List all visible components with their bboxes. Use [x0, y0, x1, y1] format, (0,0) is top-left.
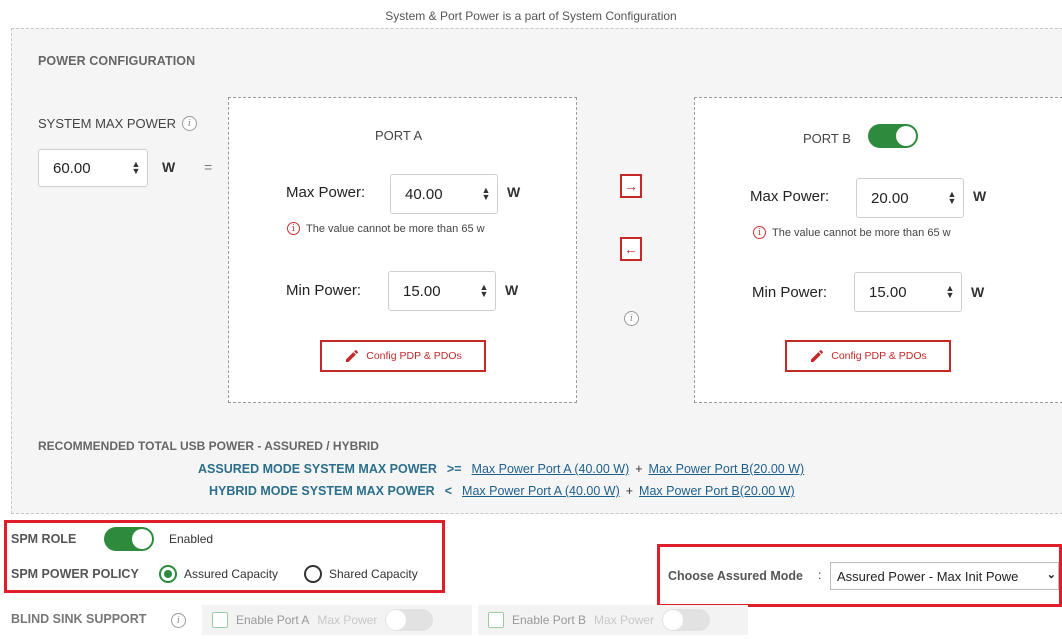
blind-sink-port-a-group: Enable Port A Max Power [202, 605, 472, 635]
spinner-icon[interactable]: ▲ ▼ [125, 160, 147, 176]
assured-mode-select[interactable]: Assured Power - Max Init Powe ⌄ [830, 562, 1059, 590]
hybrid-operator: < [444, 484, 453, 498]
port-a-min-power-value: 15.00 [403, 282, 441, 300]
spm-role-toggle[interactable] [104, 527, 154, 551]
recommended-power-title: RECOMMENDED TOTAL USB POWER - ASSURED / … [38, 439, 379, 453]
toggle-knob [896, 126, 916, 146]
port-a-max-power-label: Max Power: [286, 184, 366, 201]
assured-mode-label: ASSURED MODE SYSTEM MAX POWER [198, 462, 437, 476]
section-title: POWER CONFIGURATION [38, 54, 196, 68]
assured-mode-value: Assured Power - Max Init Powe [837, 568, 1019, 584]
blind-sink-port-a-label: Enable Port A [236, 613, 310, 627]
spm-role-state: Enabled [169, 532, 214, 546]
toggle-knob [132, 529, 152, 549]
port-b-min-power-label: Min Power: [752, 284, 828, 301]
port-a-min-power-label: Min Power: [286, 282, 362, 299]
blind-sink-port-b-toggle[interactable] [662, 609, 711, 631]
port-b-warning-text: The value cannot be more than 65 w [772, 226, 951, 239]
port-a-max-power-input[interactable]: 40.00 ▲ ▼ [390, 174, 498, 214]
assured-port-a-link[interactable]: Max Power Port A (40.00 W) [472, 462, 630, 476]
blind-sink-port-a-checkbox[interactable] [212, 612, 228, 628]
blind-sink-support-label: BLIND SINK SUPPORT [11, 612, 147, 626]
port-b-enable-toggle[interactable] [868, 124, 918, 148]
hybrid-port-a-link[interactable]: Max Power Port A (40.00 W) [462, 484, 620, 498]
transfer-right-button[interactable]: → [620, 174, 642, 198]
blind-sink-port-b-checkbox[interactable] [488, 612, 504, 628]
system-max-power-input[interactable]: 60.00 ▲ ▼ [38, 149, 148, 187]
pencil-icon [346, 349, 359, 362]
section-note: System & Port Power is a part of System … [385, 9, 677, 23]
warning-icon: i [287, 222, 300, 235]
port-b-min-unit: W [971, 284, 985, 300]
blind-sink-port-b-max-power-label: Max Power [594, 613, 655, 627]
port-a-min-unit: W [505, 282, 519, 298]
assured-capacity-label[interactable]: Assured Capacity [184, 567, 278, 581]
hybrid-mode-line: HYBRID MODE SYSTEM MAX POWER < Max Power… [209, 484, 795, 498]
port-a-title: PORT A [375, 128, 423, 143]
arrow-left-icon: ← [624, 241, 638, 257]
assured-mode-colon: : [818, 568, 822, 582]
shared-capacity-label[interactable]: Shared Capacity [329, 567, 418, 581]
spinner-icon[interactable]: ▲ ▼ [473, 283, 495, 299]
assured-port-b-link[interactable]: Max Power Port B(20.00 W) [649, 462, 805, 476]
info-icon[interactable]: i [624, 311, 639, 326]
plus-sign: + [625, 484, 634, 498]
system-unit: W [162, 159, 176, 175]
spm-power-policy-label: SPM POWER POLICY [11, 567, 139, 581]
assured-mode-line: ASSURED MODE SYSTEM MAX POWER >= Max Pow… [198, 462, 804, 476]
port-a-max-power-value: 40.00 [405, 185, 443, 203]
system-max-power-text: SYSTEM MAX POWER [38, 116, 176, 131]
port-b-max-power-label: Max Power: [750, 188, 830, 205]
assured-operator: >= [446, 462, 462, 476]
port-b-min-power-value: 15.00 [869, 283, 907, 301]
port-b-config-pdp-button[interactable]: Config PDP & PDOs [785, 340, 951, 372]
equals-sign: = [204, 159, 213, 175]
transfer-left-button[interactable]: ← [620, 237, 642, 261]
assured-mode-label: Choose Assured Mode [668, 569, 803, 583]
port-a-config-label: Config PDP & PDOs [366, 350, 462, 362]
port-a-max-unit: W [507, 184, 521, 200]
info-icon[interactable]: i [171, 613, 186, 628]
blind-sink-port-b-group: Enable Port B Max Power [478, 605, 748, 635]
blind-sink-port-a-toggle[interactable] [385, 609, 434, 631]
spm-role-label: SPM ROLE [11, 532, 77, 546]
plus-sign: + [635, 462, 643, 476]
spinner-icon[interactable]: ▲ ▼ [941, 190, 963, 206]
blind-sink-port-b-label: Enable Port B [512, 613, 587, 627]
system-max-power-value: 60.00 [53, 159, 91, 177]
port-b-title: PORT B [803, 131, 851, 146]
port-a-config-pdp-button[interactable]: Config PDP & PDOs [320, 340, 486, 372]
port-b-config-label: Config PDP & PDOs [831, 350, 927, 362]
spm-highlight-frame [4, 520, 445, 593]
assured-capacity-radio[interactable] [159, 565, 177, 583]
shared-capacity-radio[interactable] [304, 565, 322, 583]
port-b-max-power-value: 20.00 [871, 189, 909, 207]
warning-icon: i [753, 226, 766, 239]
pencil-icon [811, 349, 824, 362]
port-b-warning: i The value cannot be more than 65 w [753, 226, 951, 239]
port-b-min-power-input[interactable]: 15.00 ▲ ▼ [854, 272, 962, 312]
arrow-right-icon: → [624, 178, 638, 194]
port-b-max-power-input[interactable]: 20.00 ▲ ▼ [856, 178, 964, 218]
blind-sink-port-a-max-power-label: Max Power [317, 613, 378, 627]
port-a-warning: i The value cannot be more than 65 w [287, 222, 485, 235]
chevron-down-icon: ⌄ [1044, 568, 1056, 581]
port-a-min-power-input[interactable]: 15.00 ▲ ▼ [388, 271, 496, 311]
port-b-max-unit: W [973, 188, 987, 204]
spinner-icon[interactable]: ▲ ▼ [475, 186, 497, 202]
port-a-warning-text: The value cannot be more than 65 w [306, 222, 485, 235]
hybrid-port-b-link[interactable]: Max Power Port B(20.00 W) [639, 484, 795, 498]
spinner-icon[interactable]: ▲ ▼ [939, 284, 961, 300]
system-max-power-label: SYSTEM MAX POWER i [38, 116, 197, 131]
info-icon[interactable]: i [181, 116, 197, 131]
hybrid-mode-label: HYBRID MODE SYSTEM MAX POWER [209, 484, 435, 498]
